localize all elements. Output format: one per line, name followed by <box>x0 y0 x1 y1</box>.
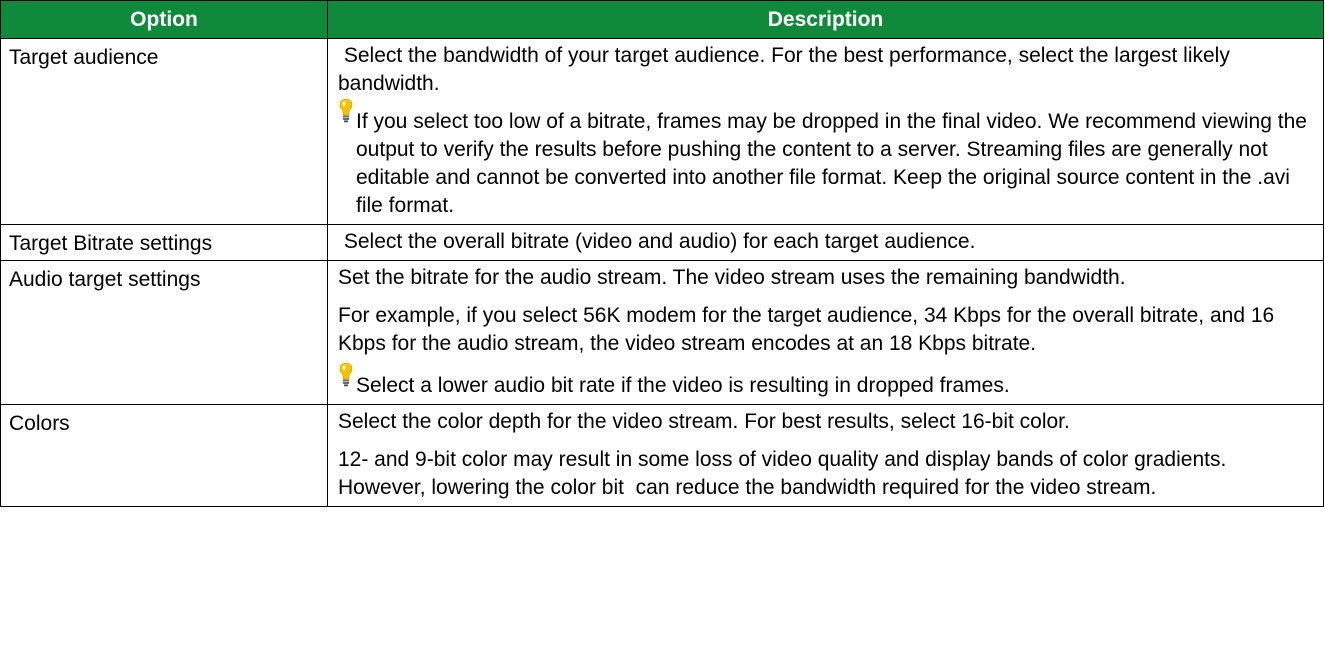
option-cell: Colors <box>0 404 328 507</box>
lightbulb-icon <box>339 98 353 123</box>
tip-text: Select a lower audio bit rate if the vid… <box>356 374 1010 397</box>
description-cell: Select the bandwidth of your target audi… <box>327 38 1324 225</box>
option-cell: Target Bitrate settings <box>0 224 328 261</box>
option-cell: Audio target settings <box>0 260 328 405</box>
options-table: Option Description Target audience Selec… <box>0 0 1324 507</box>
description-paragraph: 12- and 9-bit color may result in some l… <box>338 448 1233 499</box>
lightbulb-icon <box>339 362 353 387</box>
description-paragraph: Select the bandwidth of your target audi… <box>338 44 1236 95</box>
header-row: Option Description <box>0 0 1324 39</box>
table-row: Audio target settings Set the bitrate fo… <box>0 260 1324 405</box>
option-name: Colors <box>9 412 70 435</box>
option-column-header: Option <box>0 0 328 39</box>
description-paragraph: Select the color depth for the video str… <box>338 410 1070 433</box>
option-name: Audio target settings <box>9 268 201 291</box>
description-paragraph: For example, if you select 56K modem for… <box>338 304 1275 355</box>
table-row: Target audience Select the bandwidth of … <box>0 38 1324 225</box>
tip-text: If you select too low of a bitrate, fram… <box>356 110 1307 217</box>
description-paragraph: Select the overall bitrate (video and au… <box>338 230 976 253</box>
option-name: Target Bitrate settings <box>9 232 213 255</box>
tip-note: If you select too low of a bitrate, fram… <box>338 98 1313 220</box>
tip-note: Select a lower audio bit rate if the vid… <box>338 362 1313 400</box>
description-cell: Select the overall bitrate (video and au… <box>327 224 1324 261</box>
table-row: Target Bitrate settings Select the overa… <box>0 224 1324 261</box>
option-name: Target audience <box>9 46 159 69</box>
description-cell: Set the bitrate for the audio stream. Th… <box>327 260 1324 405</box>
description-column-header: Description <box>327 0 1324 39</box>
description-paragraph: Set the bitrate for the audio stream. Th… <box>338 266 1126 289</box>
table-row: Colors Select the color depth for the vi… <box>0 404 1324 507</box>
option-cell: Target audience <box>0 38 328 225</box>
description-cell: Select the color depth for the video str… <box>327 404 1324 507</box>
